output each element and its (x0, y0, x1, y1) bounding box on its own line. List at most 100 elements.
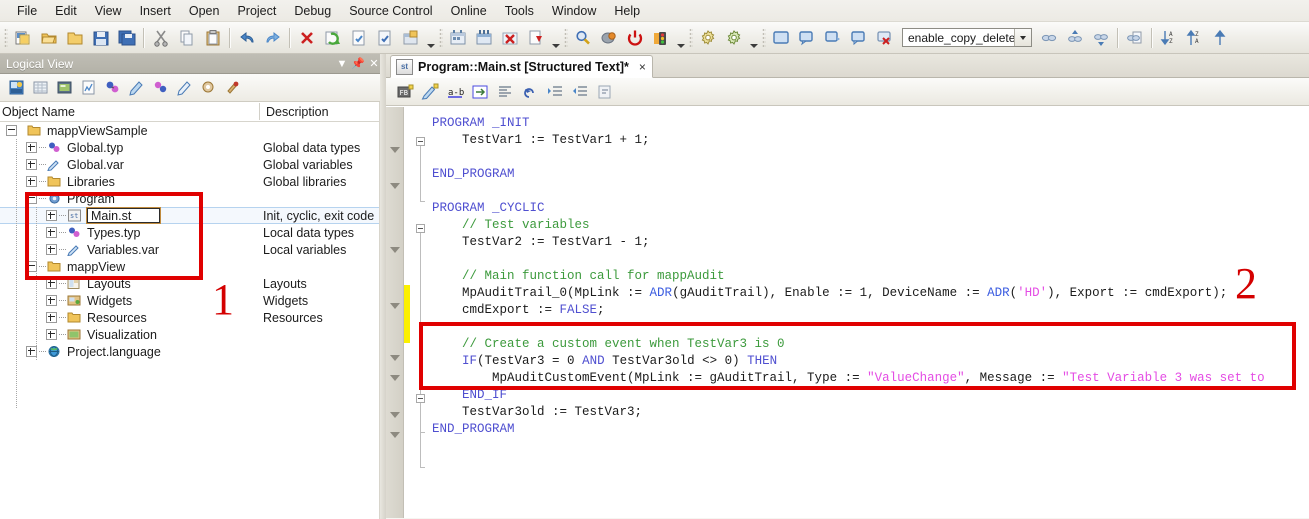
toolbar-grip[interactable] (439, 27, 443, 48)
fold-toggle[interactable] (416, 394, 425, 403)
tree-item-program[interactable]: Program (0, 190, 386, 207)
open-folder-icon[interactable] (36, 25, 62, 51)
build-icon[interactable] (445, 25, 471, 51)
variable-icon[interactable] (417, 79, 442, 104)
expand-icon[interactable] (46, 227, 57, 238)
toolbar-overflow-button[interactable] (674, 26, 687, 50)
menu-item-debug[interactable]: Debug (285, 1, 340, 21)
bookmark-marker[interactable] (390, 432, 400, 438)
close-icon[interactable]: × (639, 61, 646, 73)
code-line[interactable]: END_PROGRAM (432, 166, 515, 183)
simulate-icon[interactable] (596, 25, 622, 51)
sort-asc-icon[interactable]: AZ (1156, 25, 1182, 51)
indent-icon[interactable] (542, 79, 567, 104)
menu-item-tools[interactable]: Tools (496, 1, 543, 21)
expand-icon[interactable] (46, 312, 57, 323)
save-all-icon[interactable] (114, 25, 140, 51)
undo-icon[interactable] (234, 25, 260, 51)
column-header-object-name[interactable]: Object Name (0, 105, 262, 119)
expand-icon[interactable] (46, 278, 57, 289)
code-line[interactable]: // Main function call for mappAudit (432, 268, 725, 285)
arrow-up-icon[interactable] (1208, 25, 1234, 51)
code-line[interactable]: // Create a custom event when TestVar3 i… (432, 336, 785, 353)
comment-icon[interactable] (592, 79, 617, 104)
tree-item-global-var[interactable]: Global.var Global variables (0, 156, 386, 173)
menu-item-help[interactable]: Help (605, 1, 649, 21)
menu-item-project[interactable]: Project (228, 1, 285, 21)
code-line[interactable]: PROGRAM _INIT (432, 115, 530, 132)
fold-toggle[interactable] (416, 224, 425, 233)
output-window-icon[interactable] (794, 25, 820, 51)
menu-item-source-control[interactable]: Source Control (340, 1, 441, 21)
code-line[interactable]: TestVar2 := TestVar1 - 1; (432, 234, 650, 251)
comment-window-icon[interactable] (846, 25, 872, 51)
bookmark-next-icon[interactable] (1062, 25, 1088, 51)
expand-icon[interactable] (26, 176, 37, 187)
toolbar-overflow-button[interactable] (747, 26, 760, 50)
tree-item-global-typ[interactable]: Global.typ Global data types (0, 139, 386, 156)
outdent-icon[interactable] (567, 79, 592, 104)
function-block-icon[interactable]: FB (392, 79, 417, 104)
window-icon[interactable] (768, 25, 794, 51)
tree-item-main-st[interactable]: st Main.st Init, cyclic, exit code (0, 207, 386, 224)
configuration-combobox[interactable]: enable_copy_delete (902, 28, 1032, 47)
object-tree[interactable]: mappViewSample Global.typ Global data type… (0, 122, 386, 517)
cut-icon[interactable] (148, 25, 174, 51)
tab-main-st[interactable]: st Program::Main.st [Structured Text]* × (390, 55, 653, 78)
save-icon[interactable] (88, 25, 114, 51)
properties-icon[interactable] (172, 76, 196, 100)
toolbar-grip[interactable] (564, 27, 568, 48)
paste-icon[interactable] (200, 25, 226, 51)
pin-icon[interactable]: 📌 (350, 56, 366, 72)
settings-gear-icon[interactable] (695, 25, 721, 51)
redo-icon[interactable] (260, 25, 286, 51)
search-icon[interactable] (570, 25, 596, 51)
menu-item-view[interactable]: View (86, 1, 131, 21)
collapse-icon[interactable] (6, 125, 17, 136)
traffic-light-icon[interactable] (648, 25, 674, 51)
open-folder-alt-icon[interactable] (62, 25, 88, 51)
column-divider[interactable] (259, 103, 260, 120)
variables-icon[interactable] (124, 76, 148, 100)
new-project-icon[interactable] (10, 25, 36, 51)
logical-view-icon[interactable] (4, 76, 28, 100)
bookmark-icon[interactable] (1036, 25, 1062, 51)
undo-edit-icon[interactable] (517, 79, 542, 104)
check-document-icon[interactable] (346, 25, 372, 51)
code-line[interactable]: MpAuditCustomEvent(MpLink := gAuditTrail… (432, 370, 1265, 387)
toolbar-overflow-button[interactable] (549, 26, 562, 50)
properties-icon[interactable] (398, 25, 424, 51)
code-text[interactable]: PROGRAM _INIT TestVar1 := TestVar1 + 1; E… (432, 107, 1309, 518)
tree-item-widgets[interactable]: Widgets Widgets (0, 292, 386, 309)
bookmark-marker[interactable] (390, 303, 400, 309)
bookmark-clear-icon[interactable] (1122, 25, 1148, 51)
refresh-icon[interactable] (196, 76, 220, 100)
tree-item-resources[interactable]: Resources Resources (0, 309, 386, 326)
tree-item-layouts[interactable]: Layouts Layouts (0, 275, 386, 292)
expand-icon[interactable] (26, 142, 37, 153)
expand-icon[interactable] (46, 210, 57, 221)
toolbar-grip[interactable] (4, 27, 8, 48)
tree-item-project-language[interactable]: Project.language (0, 343, 386, 360)
check-document-alt-icon[interactable] (372, 25, 398, 51)
refresh-icon[interactable] (320, 25, 346, 51)
code-line[interactable]: END_IF (432, 387, 507, 404)
expand-icon[interactable] (26, 159, 37, 170)
fold-toggle[interactable] (416, 137, 425, 146)
tree-item-types-typ[interactable]: Types.typ Local data types (0, 224, 386, 241)
toolbar-grip[interactable] (689, 27, 693, 48)
copy-icon[interactable] (174, 25, 200, 51)
code-line[interactable]: IF(TestVar3 = 0 AND TestVar3old <> 0) TH… (432, 353, 777, 370)
bookmark-marker[interactable] (390, 247, 400, 253)
rebuild-icon[interactable] (471, 25, 497, 51)
menu-item-open[interactable]: Open (180, 1, 229, 21)
clean-icon[interactable] (497, 25, 523, 51)
menu-item-online[interactable]: Online (442, 1, 496, 21)
chart-icon[interactable] (76, 76, 100, 100)
goto-icon[interactable] (467, 79, 492, 104)
chevron-down-icon[interactable] (1014, 29, 1031, 46)
bookmark-marker[interactable] (390, 183, 400, 189)
tree-item-libraries[interactable]: Libraries Global libraries (0, 173, 386, 190)
code-line[interactable]: // Test variables (432, 217, 590, 234)
column-header-description[interactable]: Description (262, 105, 329, 119)
